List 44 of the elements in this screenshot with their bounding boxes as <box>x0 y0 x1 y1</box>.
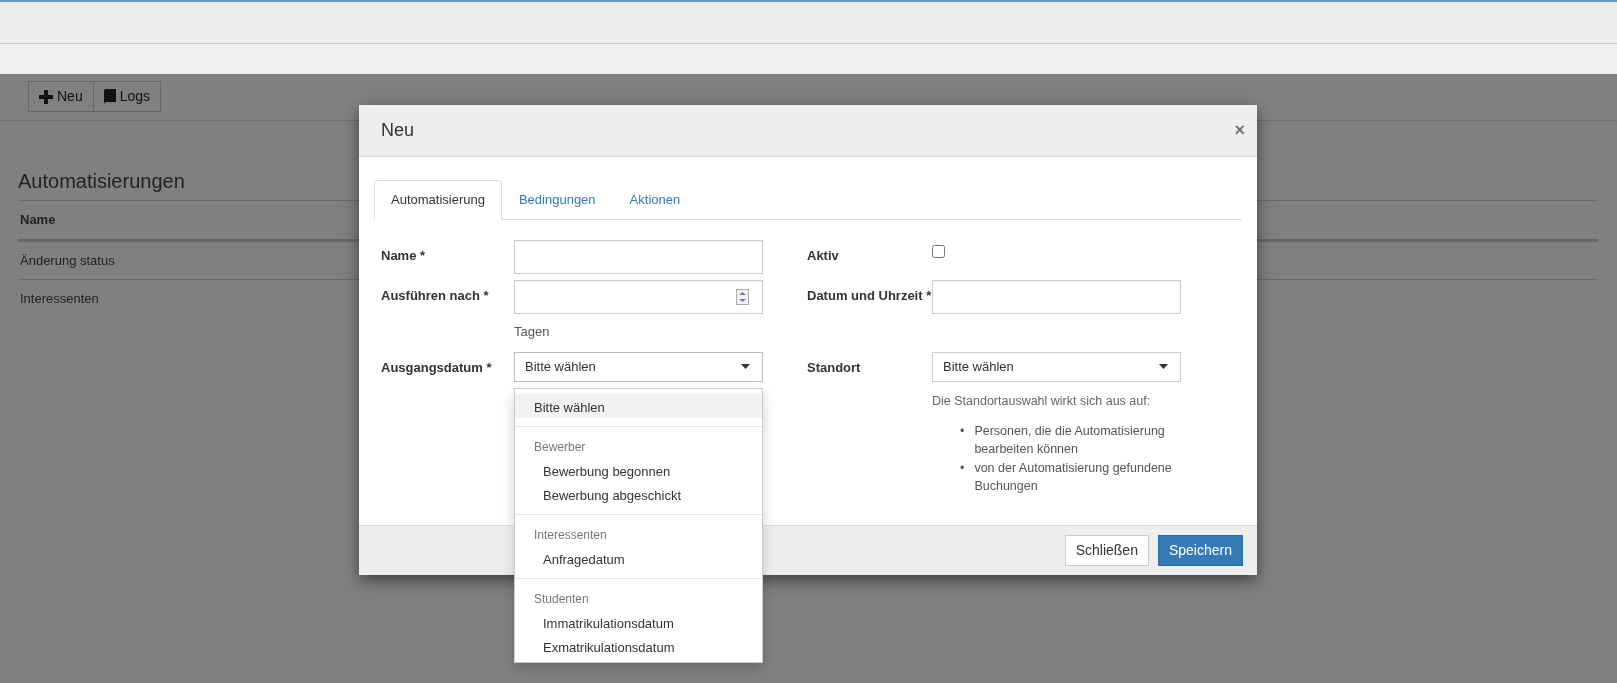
close-button[interactable]: Schließen <box>1064 535 1149 566</box>
field-label: Datum und Uhrzeit * <box>806 287 932 305</box>
spinner-icon[interactable] <box>736 289 749 305</box>
checkbox[interactable] <box>932 245 945 258</box>
column-header: Name <box>20 212 56 227</box>
text-field[interactable] <box>514 240 763 274</box>
field-label: Aktiv <box>806 247 840 265</box>
table-cell: Interessenten <box>20 291 99 306</box>
toolbar-button[interactable]: Neu <box>28 81 94 112</box>
dropdown-option[interactable]: Bitte wählen <box>515 393 762 418</box>
tab[interactable]: Automatisierung <box>374 180 502 220</box>
unit-label: Tagen <box>514 323 551 341</box>
tab[interactable]: Bedingungen <box>501 180 613 220</box>
text-field[interactable] <box>932 280 1181 314</box>
field-label: Standort <box>806 358 862 377</box>
panel-title: Automatisierungen <box>18 169 185 194</box>
option-group-label: Bewerber <box>533 438 587 456</box>
modal-title: Neu <box>381 119 415 142</box>
field-label: Ausgangsdatum * <box>380 358 493 377</box>
tab[interactable]: Aktionen <box>612 180 698 220</box>
field-label: Name * <box>380 247 427 265</box>
option-group-label: Interessenten <box>533 526 608 544</box>
caret-icon <box>741 364 750 369</box>
dropdown-option[interactable]: Bewerbung begonnen <box>515 457 762 482</box>
select-field[interactable]: Bitte wählen <box>932 351 1181 382</box>
field-label: Ausführen nach * <box>380 287 490 305</box>
dropdown-option[interactable]: Immatrikulationsdatum <box>515 609 762 634</box>
toolbar-button[interactable]: Logs <box>93 81 162 112</box>
dropdown-option[interactable]: Bewerbung abgeschickt <box>515 481 762 506</box>
dropdown-option[interactable]: Anfragedatum <box>515 545 762 570</box>
select-field[interactable]: Bitte wählen <box>514 351 763 382</box>
caret-icon <box>1159 364 1168 369</box>
plus-icon <box>39 89 53 104</box>
book-icon <box>103 89 116 104</box>
close-button[interactable]: × <box>1234 117 1245 144</box>
save-button[interactable]: Speichern <box>1157 535 1243 566</box>
list-item: von der Automatisierung gefundene Buchungen <box>974 459 1173 495</box>
option-group-label: Studenten <box>533 590 590 608</box>
bullet-marker: • <box>960 459 965 477</box>
dropdown-option[interactable]: Exmatrikulationsdatum <box>515 633 762 658</box>
bullet-marker: • <box>960 423 965 441</box>
help-text: Die Standortauswahl wirkt sich aus auf: <box>932 392 1152 410</box>
number-field[interactable] <box>514 280 763 314</box>
table-cell: Änderung status <box>20 252 115 268</box>
